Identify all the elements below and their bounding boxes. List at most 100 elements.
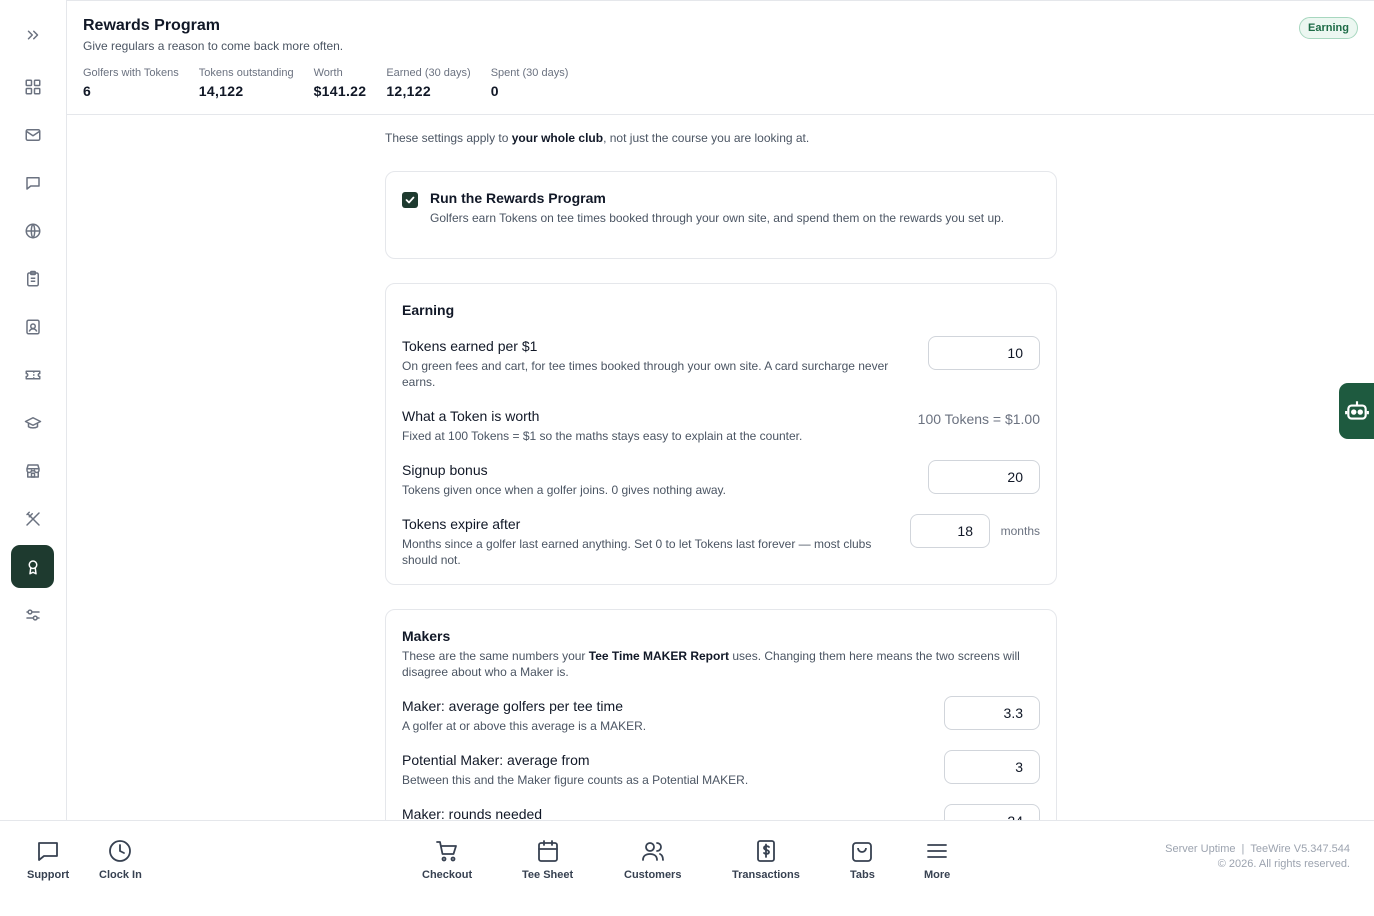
- cart-icon: [436, 841, 457, 862]
- makers-title: Makers: [402, 628, 451, 644]
- expire-after-help: Months since a golfer last earned anythi…: [402, 537, 872, 567]
- page-title: Rewards Program: [83, 17, 220, 34]
- robot-icon: [1345, 401, 1369, 420]
- sidebar-item-rewards[interactable]: [11, 545, 54, 588]
- avg-golfers-help: A golfer at or above this average is a M…: [402, 719, 647, 733]
- tokens-per-dollar-input[interactable]: [928, 336, 1040, 370]
- earning-title: Earning: [402, 302, 455, 318]
- token-worth-label: What a Token is worth: [402, 408, 540, 424]
- page-header: Rewards Program Give regulars a reason t…: [67, 0, 1374, 115]
- calendar-icon: [537, 840, 558, 862]
- footer-status-line: Server Uptime | TeeWire V5.347.544: [1165, 842, 1350, 857]
- maker-report-link-text: Tee Time MAKER Report: [588, 649, 730, 663]
- clock-icon: [109, 840, 132, 862]
- sidebar-item-members[interactable]: [11, 305, 54, 348]
- main-content[interactable]: These settings apply to your whole club,…: [67, 115, 1374, 820]
- notice-prefix: These settings apply to: [385, 131, 512, 145]
- customers-label: Customers: [624, 869, 682, 881]
- chat-icon: [25, 176, 40, 190]
- transactions-button[interactable]: Transactions: [732, 839, 800, 881]
- sidebar-item-mail[interactable]: [11, 113, 54, 156]
- expire-after-input[interactable]: [910, 514, 990, 548]
- window-bottom-edge: [0, 887, 1374, 916]
- clipboard-icon: [26, 270, 39, 286]
- sidebar-item-store[interactable]: [11, 449, 54, 492]
- more-button[interactable]: More: [924, 839, 950, 881]
- signup-bonus-label: Signup bonus: [402, 462, 488, 478]
- stat-value: 0: [490, 83, 499, 99]
- sidebar-item-lessons[interactable]: [11, 401, 54, 444]
- sliders-icon: [25, 608, 40, 621]
- bottom-bar: Support Clock In Checkout Tee Sheet Cust…: [0, 820, 1374, 887]
- sidebar-item-dashboard[interactable]: [11, 65, 54, 108]
- graduation-cap-icon: [24, 416, 41, 429]
- sidebar-item-website[interactable]: [11, 209, 54, 252]
- receipt-dollar-icon: [757, 840, 775, 862]
- notice-suffix: , not just the course you are looking at…: [603, 131, 810, 145]
- rounds-needed-input[interactable]: [944, 804, 1040, 820]
- footer-separator: |: [1241, 843, 1245, 855]
- stat-tokens-outstanding: Tokens outstanding 14,122: [199, 67, 294, 99]
- stat-value: 14,122: [198, 83, 244, 99]
- check-icon: [405, 196, 415, 204]
- sidebar: [0, 0, 67, 820]
- stat-value: 12,122: [386, 83, 431, 99]
- message-square-icon: [38, 842, 58, 861]
- token-worth-help: Fixed at 100 Tokens = $1 so the maths st…: [402, 429, 803, 443]
- tokens-per-dollar-label: Tokens earned per $1: [402, 338, 538, 354]
- tee-sheet-label: Tee Sheet: [522, 869, 574, 881]
- stat-value: $141.22: [313, 83, 367, 99]
- avg-golfers-label: Maker: average golfers per tee time: [402, 698, 623, 714]
- signup-bonus-input[interactable]: [928, 460, 1040, 494]
- sidebar-item-tickets[interactable]: [11, 353, 54, 396]
- stat-label: Golfers with Tokens: [83, 67, 179, 79]
- expire-after-label: Tokens expire after: [402, 516, 521, 532]
- server-uptime-link[interactable]: Server Uptime: [1165, 843, 1235, 855]
- stat-spent-30-days: Spent (30 days) 0: [491, 67, 569, 99]
- stat-value: 6: [83, 83, 92, 99]
- footer-info: Server Uptime | TeeWire V5.347.544 © 2026.…: [1165, 842, 1350, 872]
- tokens-per-dollar-help: On green fees and cart, for tee times bo…: [402, 359, 889, 389]
- earning-card: Earning Tokens earned per $1 On green fe…: [385, 283, 1057, 585]
- users-icon: [641, 842, 664, 861]
- checkout-label: Checkout: [422, 869, 473, 881]
- sidebar-item-reports[interactable]: [11, 257, 54, 300]
- support-label: Support: [27, 869, 70, 881]
- makers-card: Makers These are the same numbers your T…: [385, 609, 1057, 820]
- makers-description: These are the same numbers your Tee Time…: [402, 648, 1038, 680]
- checkout-button[interactable]: Checkout: [422, 839, 472, 881]
- potential-from-input[interactable]: [944, 750, 1040, 784]
- potential-from-label: Potential Maker: average from: [402, 752, 590, 768]
- status-badge: Earning: [1299, 17, 1358, 39]
- makers-desc-prefix: These are the same numbers your: [402, 649, 589, 663]
- stat-label: Earned (30 days): [386, 67, 471, 79]
- mail-icon: [25, 128, 40, 141]
- sidebar-expand-button[interactable]: [11, 13, 54, 56]
- store-icon: [25, 463, 40, 478]
- avg-golfers-input[interactable]: [944, 696, 1040, 730]
- clock-in-button[interactable]: Clock In: [99, 839, 142, 881]
- sidebar-item-settings[interactable]: [11, 593, 54, 636]
- menu-icon: [927, 844, 948, 858]
- sidebar-item-food[interactable]: [11, 497, 54, 540]
- tabs-button[interactable]: Tabs: [850, 839, 875, 881]
- page-subtitle: Give regulars a reason to come back more…: [83, 39, 344, 53]
- run-program-checkbox[interactable]: [402, 192, 418, 208]
- award-icon: [28, 559, 37, 574]
- more-label: More: [924, 869, 951, 881]
- assistant-bot-button[interactable]: [1339, 383, 1374, 439]
- run-program-description: Golfers earn Tokens on tee times booked …: [430, 211, 1005, 225]
- potential-from-help: Between this and the Maker figure counts…: [402, 773, 749, 787]
- stat-golfers-with-tokens: Golfers with Tokens 6: [83, 67, 179, 99]
- tee-sheet-button[interactable]: Tee Sheet: [522, 839, 573, 881]
- run-program-card: Run the Rewards Program Golfers earn Tok…: [385, 171, 1057, 259]
- globe-icon: [25, 222, 40, 239]
- club-wide-notice: These settings apply to your whole club,…: [385, 131, 809, 145]
- customers-button[interactable]: Customers: [624, 839, 681, 881]
- transactions-label: Transactions: [732, 869, 800, 881]
- sidebar-item-chat[interactable]: [11, 161, 54, 204]
- support-button[interactable]: Support: [27, 839, 69, 881]
- stat-label: Tokens outstanding: [198, 67, 294, 79]
- run-program-title[interactable]: Run the Rewards Program: [430, 190, 606, 206]
- app-version: TeeWire V5.347.544: [1250, 843, 1350, 855]
